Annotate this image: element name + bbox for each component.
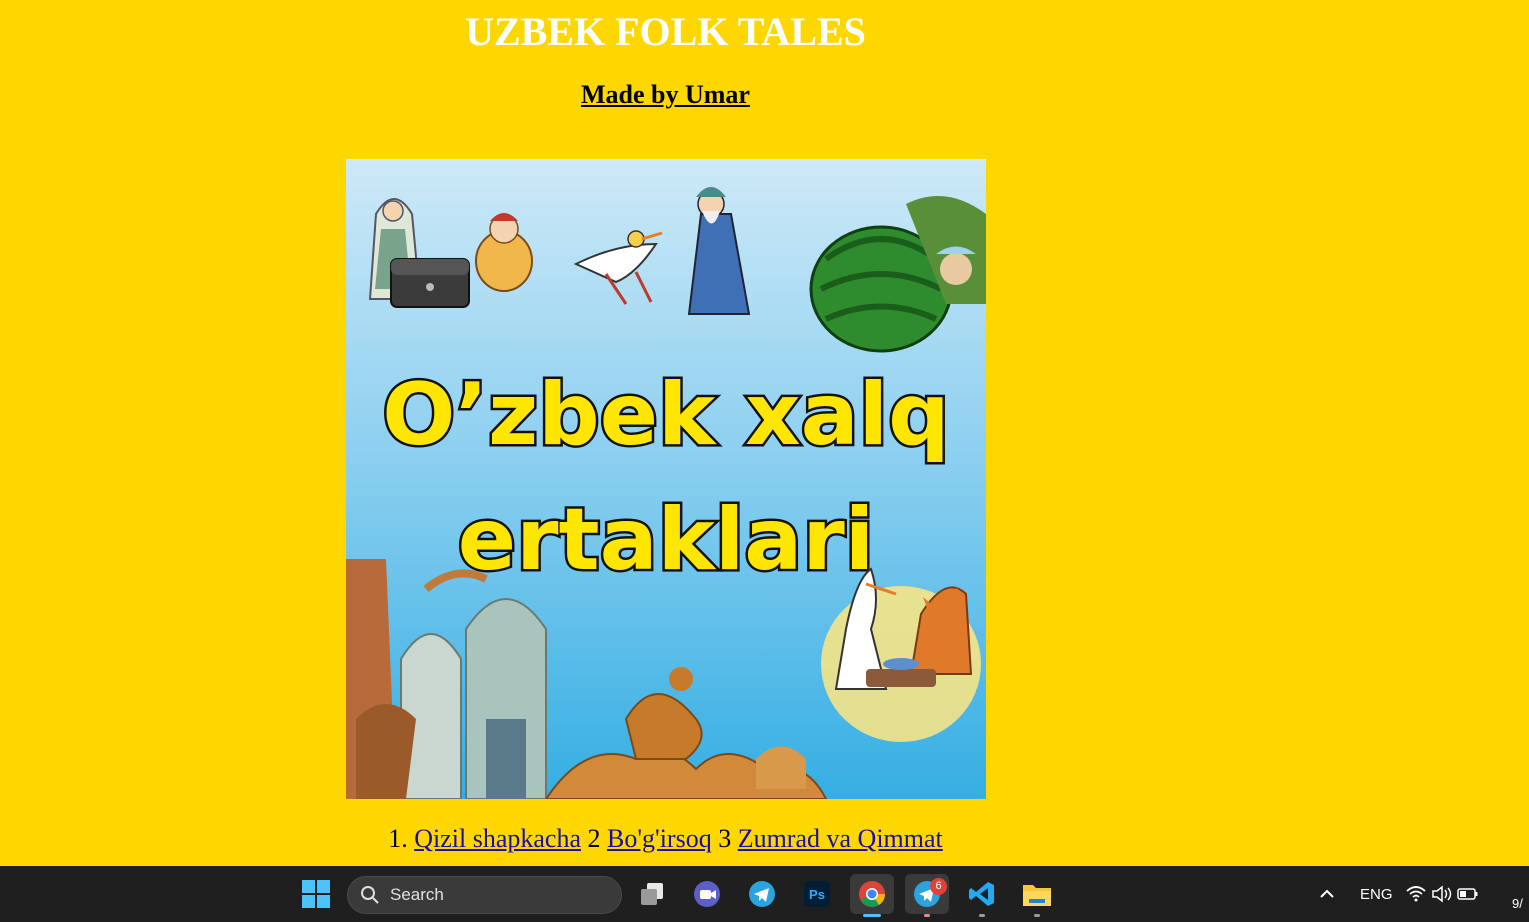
start-button[interactable] [296, 874, 336, 914]
hero-image: O’zbek xalq ertaklari [346, 159, 986, 799]
tales-link-list: 1. Qizil shapkacha 2 Bo'g'irsoq 3 Zumrad… [0, 824, 1331, 854]
chevron-up-icon [1320, 889, 1334, 898]
vscode-icon [969, 882, 994, 906]
photoshop-app-button[interactable]: Ps [797, 874, 837, 914]
link-number-2: 2 [580, 824, 607, 853]
language-indicator[interactable]: ENG [1360, 886, 1393, 903]
show-hidden-icons-button[interactable] [1307, 874, 1347, 914]
hero-title-line-2: ertaklari [458, 490, 874, 590]
telegram-icon [749, 881, 775, 907]
running-app-indicator [979, 914, 985, 917]
hero-title-line-1: O’zbek xalq [382, 365, 949, 465]
vscode-app-button[interactable] [962, 874, 1002, 917]
running-app-indicator [1034, 914, 1040, 917]
file-explorer-icon [1023, 885, 1051, 906]
tale-link-bogirsoq[interactable]: Bo'g'irsoq [607, 824, 712, 853]
chrome-icon [859, 881, 886, 907]
meet-icon [694, 881, 720, 907]
fox-and-stork-scene [821, 567, 981, 742]
telegram-app-button[interactable] [742, 874, 782, 914]
start-icon [302, 880, 330, 908]
notification-badge: 6 [930, 878, 947, 895]
volume-icon [1432, 885, 1452, 903]
wifi-icon [1406, 886, 1426, 902]
browser-page: UZBEK FOLK TALES Made by Umar O’zbek xal… [0, 0, 1529, 866]
meet-app-button[interactable] [687, 874, 727, 914]
tale-link-qizil-shapkacha[interactable]: Qizil shapkacha [414, 824, 581, 853]
tale-link-zumrad-va-qimmat[interactable]: Zumrad va Qimmat [738, 824, 943, 853]
watermelon-figure [809, 196, 986, 353]
boy-figure [475, 213, 533, 292]
taskbar-search-box[interactable]: Search [347, 876, 622, 914]
link-number-1: 1. [388, 824, 415, 853]
chrome-app-button[interactable] [850, 874, 894, 917]
taskbar: Search Ps 6 ENG 9/ [0, 866, 1529, 922]
city-scene [346, 559, 547, 799]
task-view-button[interactable] [632, 874, 672, 914]
file-explorer-button[interactable] [1017, 874, 1057, 917]
clock-date[interactable]: 9/ [1512, 896, 1523, 911]
caravan-scene [544, 667, 828, 799]
photoshop-icon: Ps [804, 881, 830, 907]
telegram-chat-button[interactable]: 6 [905, 874, 949, 917]
stork-figure [573, 230, 663, 305]
task-view-icon [641, 883, 663, 905]
running-app-indicator [924, 914, 930, 917]
battery-icon [1457, 888, 1478, 900]
active-app-indicator [863, 914, 881, 917]
page-subtitle: Made by Umar [581, 80, 750, 109]
photoshop-icon-label: Ps [809, 887, 825, 902]
search-placeholder: Search [390, 885, 444, 904]
system-status-button[interactable] [1402, 874, 1482, 914]
old-man-figure [687, 187, 751, 315]
link-number-3: 3 [711, 824, 738, 853]
hero-title: O’zbek xalq ertaklari [380, 363, 952, 593]
search-icon [361, 886, 379, 904]
hero-illustration: O’zbek xalq ertaklari [346, 187, 986, 799]
chest-figure [390, 258, 470, 308]
page-title: UZBEK FOLK TALES [465, 9, 866, 54]
